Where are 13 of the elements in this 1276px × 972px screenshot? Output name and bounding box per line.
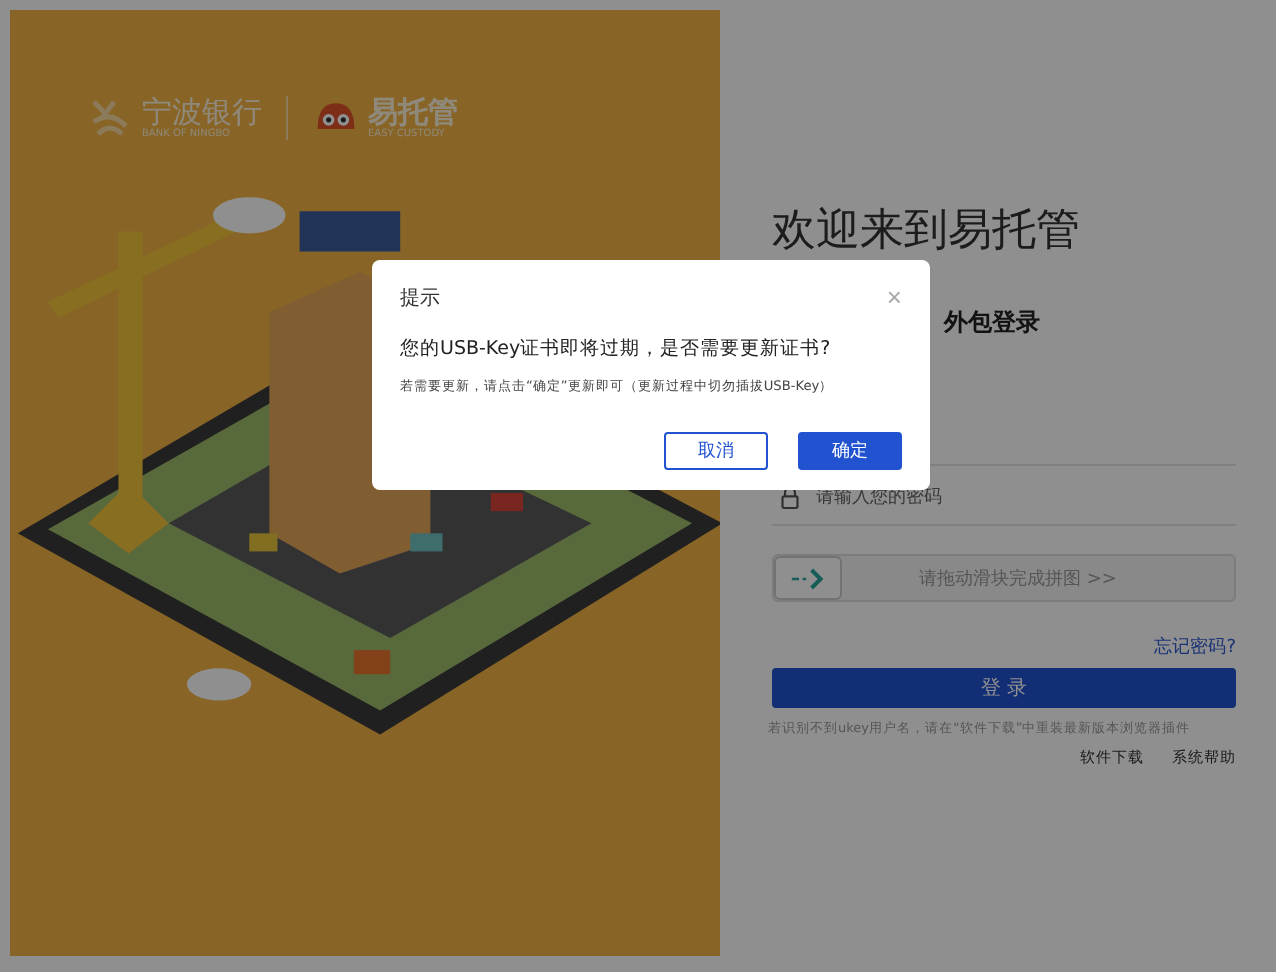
welcome-title: 欢迎来到易托管 <box>772 204 1082 260</box>
slider-handle[interactable] <box>774 556 842 600</box>
confirm-button[interactable]: 确定 <box>798 432 902 470</box>
forgot-password-link[interactable]: 忘记密码? <box>1154 634 1236 660</box>
login-button[interactable]: 登 录 <box>772 668 1236 708</box>
login-subtitle: 外包登录 <box>944 306 1042 340</box>
arrow-icon <box>790 567 826 589</box>
dialog-title: 提示 <box>400 286 440 312</box>
product-name: 易托管 <box>368 95 458 127</box>
lock-icon <box>780 485 800 509</box>
dialog-message: 您的USB-Key证书即将过期，是否需要更新证书? <box>400 336 833 362</box>
bank-name: 宁波银行 <box>142 95 262 127</box>
cancel-button[interactable]: 取消 <box>664 432 768 470</box>
